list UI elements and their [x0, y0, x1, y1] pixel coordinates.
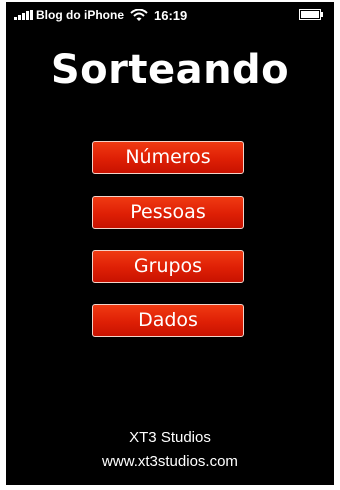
status-time: 16:19: [154, 8, 188, 23]
status-bar: Blog do iPhone 16:19: [6, 2, 334, 28]
studio-name: XT3 Studios: [129, 429, 211, 446]
app-title: Sorteando: [50, 47, 290, 93]
wifi-icon: [130, 9, 148, 21]
dados-button[interactable]: Dados: [92, 304, 244, 337]
studio-website-link[interactable]: www.xt3studios.com: [6, 453, 334, 470]
signal-icon: [14, 10, 33, 20]
pessoas-button[interactable]: Pessoas: [92, 196, 244, 229]
battery-icon: [299, 9, 321, 20]
battery-tip: [321, 12, 323, 17]
grupos-button[interactable]: Grupos: [92, 250, 244, 283]
app-screen: Blog do iPhone 16:19 Sorteando Números P…: [6, 2, 334, 485]
carrier-name: Blog do iPhone: [36, 8, 124, 22]
numeros-button[interactable]: Números: [92, 141, 244, 174]
